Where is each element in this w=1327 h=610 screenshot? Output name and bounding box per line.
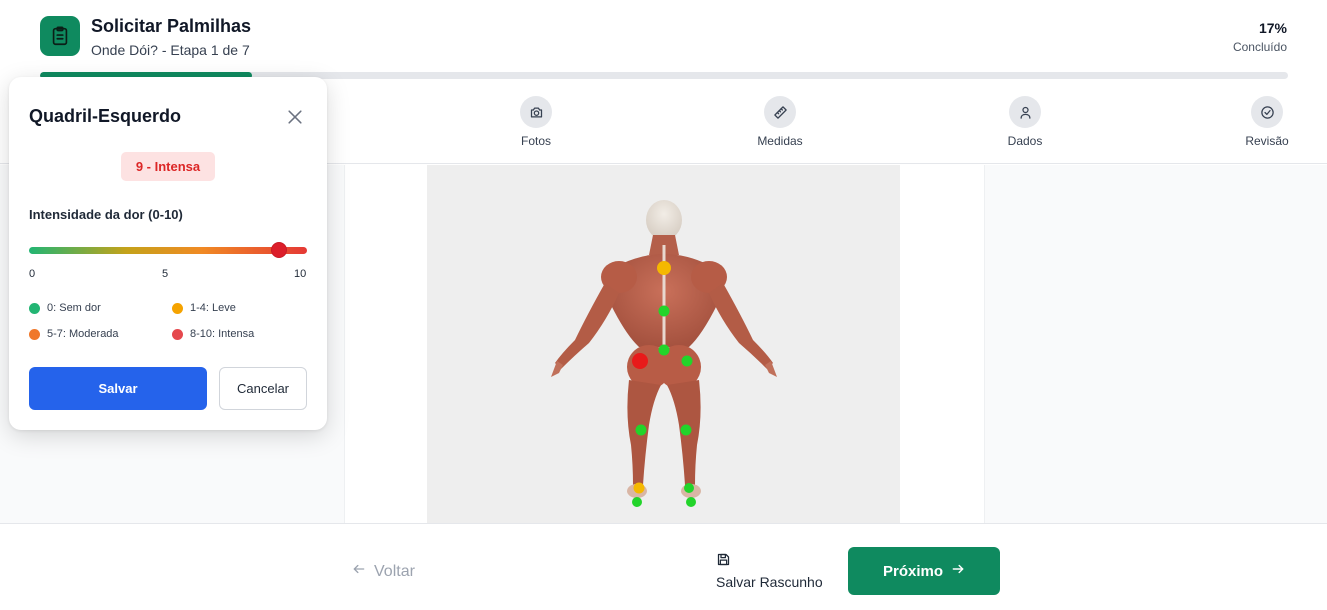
close-icon[interactable] [285,107,305,127]
back-button-label: Voltar [374,562,415,580]
pain-marker-right-knee[interactable] [680,424,692,436]
legend-dot [172,302,183,314]
body-map-3d-viewer[interactable] [427,165,900,523]
progress-status: Concluído [1232,40,1287,54]
step-label: Medidas [757,134,803,148]
legend-dot [29,302,40,314]
legend-label: 0: Sem dor [47,302,101,314]
pain-marker-left-hip[interactable] [632,353,648,369]
slider-tick-min: 0 [29,268,36,280]
intensity-slider[interactable] [29,242,307,258]
step-medidas[interactable]: Medidas [740,96,820,148]
legend-label: 1-4: Leve [190,302,236,314]
pain-marker-right-hip[interactable] [681,355,693,367]
save-icon [716,552,732,568]
cancel-button[interactable]: Cancelar [219,367,307,410]
legend-dot [172,328,183,340]
legend-item-none: 0: Sem dor [29,302,101,314]
human-body-back-view [551,200,777,507]
legend-dot [29,328,40,340]
clipboard-icon [40,16,80,56]
popup-title: Quadril-Esquerdo [29,106,182,126]
check-circle-icon [1251,96,1283,128]
pain-marker-right-ankle[interactable] [684,483,694,493]
slider-tick-max: 10 [294,268,307,280]
arrow-right-icon [951,562,965,580]
legend-item-mild: 1-4: Leve [172,302,236,314]
legend-item-moderate: 5-7: Moderada [29,328,119,340]
save-button[interactable]: Salvar [29,367,207,410]
step-dados[interactable]: Dados [985,96,1065,148]
save-draft-label: Salvar Rascunho [716,574,823,590]
page-title: Solicitar Palmilhas [91,16,252,36]
pain-marker-upper-back[interactable] [658,305,670,317]
step-label: Fotos [520,134,551,148]
step-revisao[interactable]: Revisão [1227,96,1307,148]
camera-icon [520,96,552,128]
step-fotos[interactable]: Fotos [496,96,576,148]
next-button-label: Próximo [882,562,943,580]
legend-label: 5-7: Moderada [47,328,119,340]
page-subtitle: Onde Dói? - Etapa 1 de 7 [91,42,250,58]
pain-marker-neck[interactable] [657,261,671,275]
pain-marker-right-heel[interactable] [686,497,696,507]
intensity-badge: 9 - Intensa [121,152,215,181]
pain-intensity-popup: Quadril-Esquerdo 9 - Intensa Intensidade… [9,77,327,430]
pain-marker-left-heel[interactable] [632,497,642,507]
pain-marker-left-ankle[interactable] [633,482,645,494]
progress-percent: 17% [1258,20,1287,36]
arrow-left-icon [352,562,366,581]
slider-tick-mid: 5 [162,268,169,280]
step-label: Dados [1007,134,1043,148]
back-button[interactable]: Voltar [352,562,415,581]
pain-marker-left-knee[interactable] [635,424,647,436]
intensity-label: Intensidade da dor (0-10) [29,207,183,222]
save-draft-button[interactable]: Salvar Rascunho [716,552,823,590]
legend-item-intense: 8-10: Intensa [172,328,254,340]
slider-thumb[interactable] [271,242,288,258]
ruler-icon [764,96,796,128]
next-button[interactable]: Próximo [848,547,1000,595]
pain-marker-lower-back[interactable] [658,344,670,356]
user-icon [1009,96,1041,128]
legend-label: 8-10: Intensa [190,328,255,340]
footer: Voltar Salvar Rascunho Próximo [0,523,1327,610]
step-label: Revisão [1245,134,1289,148]
